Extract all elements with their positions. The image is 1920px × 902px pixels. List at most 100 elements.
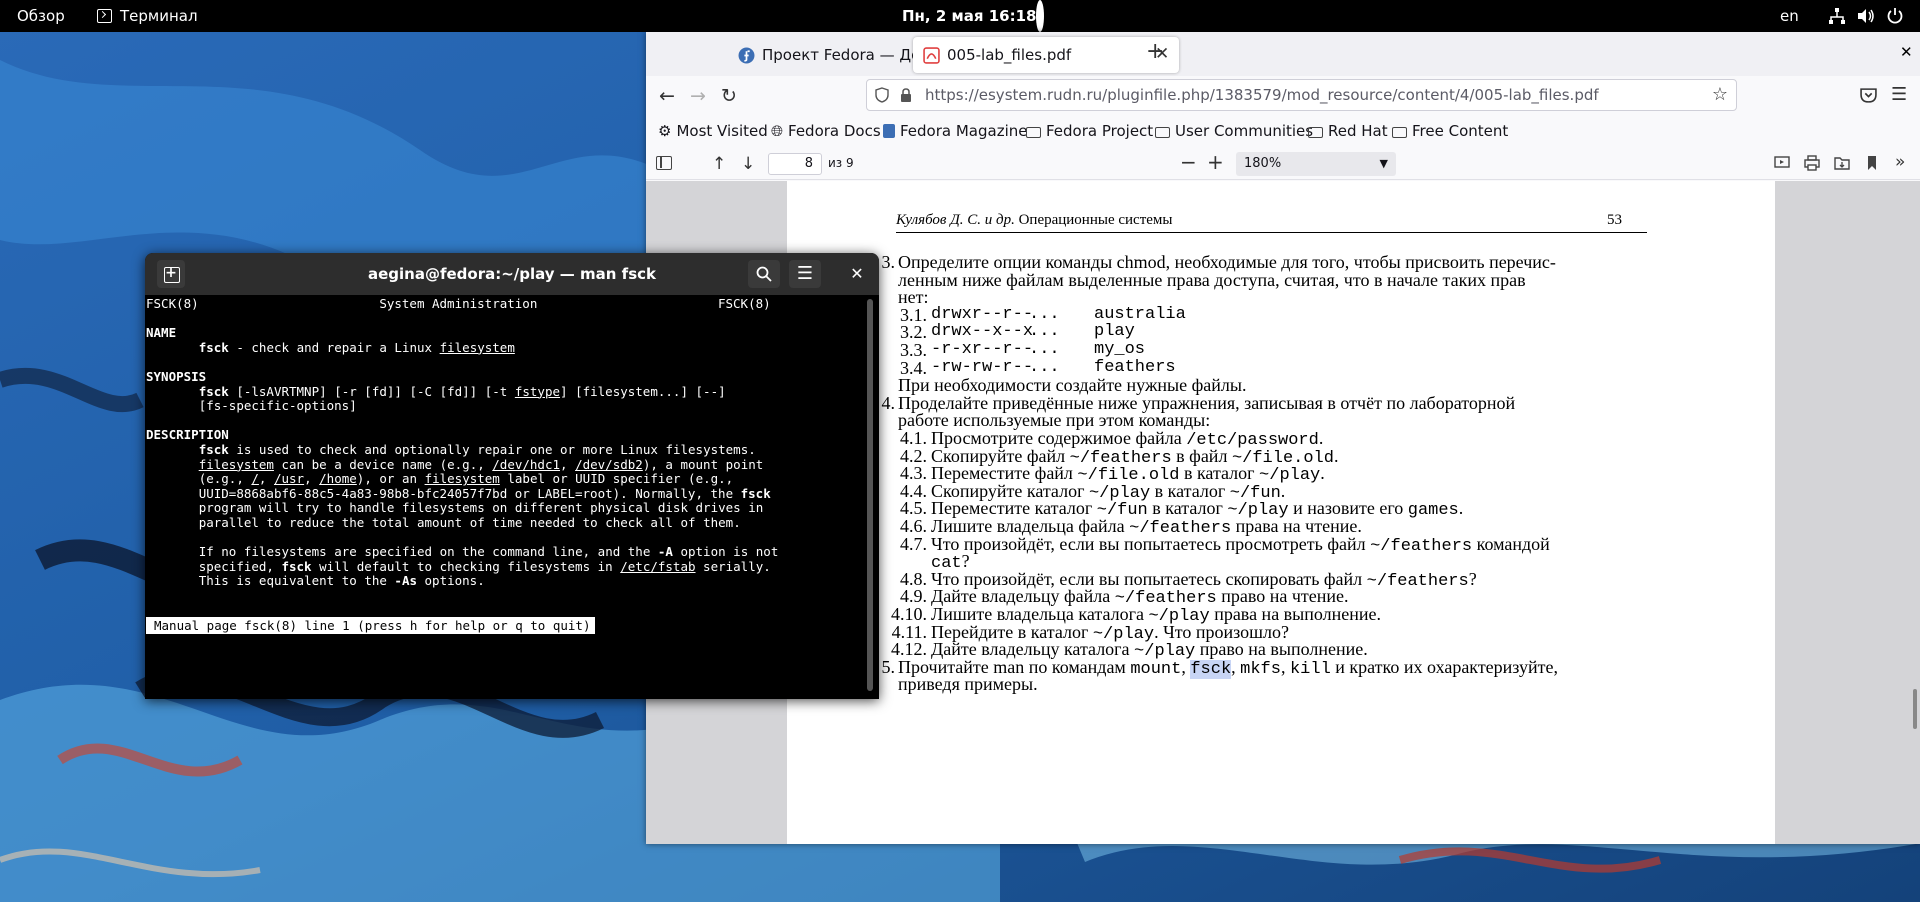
search-button[interactable] [748,260,780,288]
close-icon: ✕ [850,264,864,283]
previous-page-icon[interactable]: ↑ [712,154,726,174]
search-icon [756,266,772,282]
list-number: 4.7. [900,533,927,554]
header-rule [896,232,1647,233]
terminal-icon [97,9,112,23]
terminal-scrollbar[interactable] [867,299,873,691]
bookmark-label: Fedora Docs [788,122,881,140]
tab-title: 005-lab_files.pdf [947,46,1072,64]
bookmark-red-hat[interactable]: Red Hat [1308,122,1388,140]
list-text: drwxr--r-- [931,304,1034,324]
reload-icon[interactable]: ↻ [721,86,737,106]
pdf-scrollbar[interactable] [1913,689,1917,729]
list-text: Что произойдёт, если вы попытаетесь прос… [931,533,1550,556]
network-icon[interactable] [1829,0,1845,32]
lock-icon[interactable] [899,87,913,103]
zoom-select[interactable]: 180% ▼ [1236,152,1396,176]
page-header-number: 53 [1607,212,1622,228]
keyboard-layout-indicator[interactable]: en [1780,0,1799,32]
chevron-down-icon: ▼ [1379,157,1388,170]
navigation-bar: ← → ↻ https://esystem.rudn.ru/pluginfile… [646,76,1920,116]
fedora-logo-icon [738,47,755,64]
page-header-title: Операционные системы [1018,212,1173,228]
page-number-input[interactable]: 8 [768,153,822,175]
bookmark-label: User Communities [1175,122,1314,140]
list-dots: ... [1029,357,1060,377]
pdf-icon [923,47,940,64]
hamburger-menu-icon[interactable]: ☰ [1891,85,1907,105]
close-button[interactable]: ✕ [843,260,871,288]
menu-button[interactable]: ☰ [789,260,821,288]
page-count: из 9 [828,156,854,170]
globe-icon: 🌐︎ [771,122,784,140]
volume-icon[interactable] [1857,0,1875,32]
folder-icon [1155,126,1170,138]
magazine-icon [883,124,895,138]
bookmarks-toolbar: ⚙ Most Visited 🌐︎ Fedora Docs Fedora Mag… [646,116,1920,148]
pdf-toolbar: ↑ ↓ 8 из 9 − + 180% ▼ » [646,148,1920,180]
man-status-line: Manual page fsck(8) line 1 (press h for … [146,617,595,635]
bookmark-label: Fedora Project [1046,122,1154,140]
bookmark-label: Red Hat [1328,122,1388,140]
list-dots: ... [1029,304,1060,324]
folder-icon [1308,126,1323,138]
gear-icon: ⚙ [658,122,672,140]
activities-button[interactable]: Обзор [17,0,65,32]
page-header: Кулябов Д. С. и др. Операционные системы [896,212,1172,229]
terminal-line: FSCK(8) System Administration FSCK(8) [146,296,771,311]
power-icon[interactable] [1886,0,1904,32]
window-close-icon[interactable]: ✕ [1900,44,1913,60]
terminal-output[interactable]: FSCK(8) System Administration FSCK(8) NAM… [145,295,879,699]
hamburger-icon: ☰ [796,263,814,284]
zoom-out-icon[interactable]: − [1180,152,1197,172]
print-icon[interactable] [1804,155,1820,171]
sidebar-toggle-icon[interactable] [656,156,672,170]
folder-icon [1026,126,1041,138]
app-menu-label: Терминал [120,7,198,25]
list-text: drwx--x--x [931,322,1034,342]
list-dots: ... [1029,340,1060,359]
list-text: -rw-rw-r-- [931,357,1034,377]
terminal-header-bar: aegina@fedora:~/play — man fsck ☰ ✕ [145,253,879,295]
presentation-mode-icon[interactable] [1774,155,1790,171]
clock[interactable]: Пн, 2 мая 16:18 [902,0,1036,32]
zoom-in-icon[interactable]: + [1207,152,1224,172]
bookmark-fedora-project[interactable]: Fedora Project [1026,122,1153,140]
list-text: приведя примеры. [898,674,1038,695]
top-bar: Обзор Терминал Пн, 2 мая 16:18 en [0,0,1920,32]
back-icon[interactable]: ← [659,86,675,106]
pdf-page: Кулябов Д. С. и др. Операционные системы… [787,181,1775,844]
tab-pdf[interactable]: 005-lab_files.pdf ✕ [913,37,1179,73]
tab-bar: Проект Fedora — Домашняя страница ✕ 005-… [646,32,1920,76]
pocket-icon[interactable] [1860,87,1877,104]
bookmark-fedora-docs[interactable]: 🌐︎ Fedora Docs [771,122,881,140]
forward-icon[interactable]: → [690,86,706,106]
bookmark-label: Free Content [1412,122,1509,140]
terminal-line: [fs-specific-options] [198,398,357,414]
bookmark-icon[interactable] [1864,155,1880,171]
page-header-author: Кулябов Д. С. и др. [896,212,1015,228]
url-bar[interactable]: https://esystem.rudn.ru/pluginfile.php/1… [866,79,1737,111]
bookmark-most-visited[interactable]: ⚙ Most Visited [658,122,768,140]
bookmark-star-icon[interactable]: ☆ [1712,80,1728,110]
list-dots: ... [1029,322,1060,342]
next-page-icon[interactable]: ↓ [741,154,755,174]
folder-icon [1392,126,1407,138]
bookmark-free-content[interactable]: Free Content [1392,122,1508,140]
app-menu-button[interactable]: Терминал [97,0,198,32]
tracking-protection-icon[interactable] [875,87,889,103]
save-icon[interactable] [1834,155,1850,171]
tools-more-icon[interactable]: » [1895,152,1905,172]
list-file: my_os [1094,340,1146,359]
new-tab-icon[interactable]: + [1146,41,1164,63]
bookmark-fedora-magazine[interactable]: Fedora Magazine [883,122,1028,140]
terminal-line: fsck - check and repair a Linux filesyst… [198,339,515,355]
terminal-line: parallel to reduce the total amount of t… [198,515,741,530]
terminal-window: aegina@fedora:~/play — man fsck ☰ ✕ FSCK… [145,253,879,699]
list-file: feathers [1094,357,1176,377]
bookmark-user-communities[interactable]: User Communities [1155,122,1313,140]
notification-dot-icon [1036,0,1044,32]
bookmark-label: Most Visited [676,122,768,140]
url-text: https://esystem.rudn.ru/pluginfile.php/1… [925,86,1599,104]
list-file: australia [1094,304,1186,324]
